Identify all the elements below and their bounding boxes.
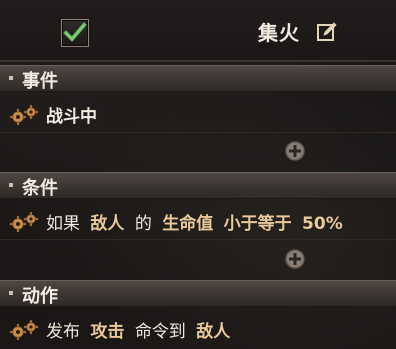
bullet-icon [9,183,13,187]
action-row[interactable]: 发布 攻击 命令到 敌人 [0,312,396,346]
section-title: 条件 [22,178,58,199]
tactic-title-bar: 集火 [0,0,396,62]
section-header-condition: 条件 [0,172,396,199]
condition-if: 如果 [46,214,80,234]
event-row[interactable]: 战斗中 [0,97,396,131]
section-header-action: 动作 [0,280,396,307]
section-title: 动作 [22,286,58,307]
section-header-event: 事件 [0,65,396,92]
section-title: 事件 [22,71,58,92]
gears-icon [9,320,39,340]
condition-row[interactable]: 如果 敌人 的 生命值 小于等于 50% [0,204,396,238]
condition-text: 如果 敌人 的 生命值 小于等于 50% [46,209,348,234]
event-text: 战斗中 [46,102,102,127]
plus-circle-icon[interactable] [284,248,306,270]
tactic-enable-checkbox[interactable] [61,19,89,47]
condition-attribute[interactable]: 生命值 [162,214,213,234]
edit-icon[interactable] [316,21,338,43]
divider [0,239,396,240]
tactic-title: 集火 [258,21,300,45]
action-command[interactable]: 攻击 [90,322,124,342]
gears-icon [9,212,39,232]
action-order-to: 命令到 [134,322,186,342]
plus-circle-icon[interactable] [284,140,306,162]
event-name: 战斗中 [46,107,97,127]
condition-operator[interactable]: 小于等于 [224,214,292,234]
action-text: 发布 攻击 命令到 敌人 [46,317,235,342]
bullet-icon [9,76,13,80]
action-target[interactable]: 敌人 [196,322,230,342]
checkmark-icon [63,22,87,42]
divider [0,132,396,133]
condition-of: 的 [134,214,152,234]
action-issue: 发布 [46,322,80,342]
bullet-icon [9,291,13,295]
gears-icon [9,105,39,125]
tactic-panel: 集火 事件 战斗中 条件 如果 敌人 的 生命值 小于等于 50% 动作 发布 … [0,0,396,349]
condition-value[interactable]: 50% [302,214,343,234]
condition-target[interactable]: 敌人 [90,214,124,234]
